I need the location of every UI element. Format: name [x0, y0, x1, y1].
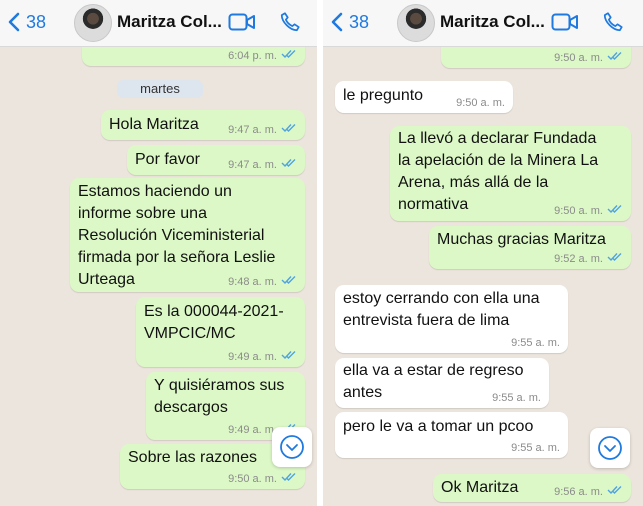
message-time: 9:49 a. m.: [228, 351, 277, 363]
message-time: 9:50 a. m.: [554, 205, 603, 217]
message-time: 9:50 a. m.: [228, 473, 277, 485]
message-time: 6:04 p. m.: [228, 50, 277, 62]
message-meta: 6:04 p. m.: [228, 49, 297, 63]
avatar[interactable]: [74, 4, 112, 42]
message-time: 9:55 a. m.: [511, 337, 560, 349]
double-check-icon: [281, 350, 297, 364]
scroll-to-bottom-button[interactable]: [272, 427, 312, 467]
message-bubble[interactable]: Hola Maritza 9:47 a. m.: [101, 110, 305, 140]
message-meta: 9:50 a. m.: [228, 472, 297, 486]
message-bubble[interactable]: Por favor 9:47 a. m.: [127, 145, 305, 175]
double-check-icon: [607, 485, 623, 499]
video-camera-icon: [228, 13, 255, 31]
message-meta: 9:52 a. m.: [554, 252, 623, 266]
double-check-icon: [281, 472, 297, 486]
message-meta: 9:56 a. m.: [554, 485, 623, 499]
message-meta: 9:50 a. m.: [554, 51, 623, 65]
message-bubble[interactable]: Estamos haciendo un informe sobre una Re…: [70, 178, 305, 292]
message-bubble[interactable]: pero le va a tomar un pcoo 9:55 a. m.: [335, 412, 568, 458]
double-check-icon: [281, 123, 297, 137]
contact-name[interactable]: Maritza Col...: [440, 12, 545, 32]
message-meta: 9:55 a. m.: [511, 336, 560, 350]
message-meta: 9:49 a. m.: [228, 350, 297, 364]
voice-call-button[interactable]: [602, 10, 624, 39]
double-check-icon: [281, 49, 297, 63]
message-meta: 9:50 a. m.: [554, 204, 623, 218]
avatar[interactable]: [397, 4, 435, 42]
chevron-left-icon: [8, 12, 20, 32]
double-check-icon: [281, 158, 297, 172]
contact-name[interactable]: Maritza Col...: [117, 12, 222, 32]
double-check-icon: [607, 51, 623, 65]
chat-header: 38 Maritza Col...: [323, 0, 643, 47]
message-bubble[interactable]: Ok Maritza 9:56 a. m.: [433, 474, 631, 502]
video-call-button[interactable]: [228, 12, 256, 37]
message-bubble[interactable]: La llevó a declarar Fundada la apelación…: [390, 126, 631, 221]
message-meta: 9:55 a. m.: [492, 391, 541, 405]
chat-pane-right: 38 Maritza Col... 9:50 a. m. le pregunto…: [323, 0, 643, 506]
message-time: 9:47 a. m.: [228, 124, 277, 136]
video-camera-icon: [551, 13, 578, 31]
message-time: 9:55 a. m.: [511, 442, 560, 454]
message-text: Muchas gracias Maritza: [437, 231, 606, 248]
message-bubble[interactable]: le pregunto 9:50 a. m.: [335, 81, 513, 113]
message-meta: 9:50 a. m.: [456, 96, 505, 110]
message-time: 9:48 a. m.: [228, 276, 277, 288]
back-button[interactable]: 38: [331, 8, 369, 36]
message-text: La llevó a declarar Fundada la apelación…: [398, 130, 599, 213]
chevron-down-circle-icon: [598, 436, 622, 460]
double-check-icon: [607, 252, 623, 266]
chat-pane-left: 38 Maritza Col... 6:04 p. m. martes Hola…: [0, 0, 317, 506]
video-call-button[interactable]: [551, 12, 579, 37]
message-time: 9:47 a. m.: [228, 159, 277, 171]
double-check-icon: [281, 275, 297, 289]
message-bubble[interactable]: ella va a estar de regreso antes 9:55 a.…: [335, 358, 549, 408]
chevron-left-icon: [331, 12, 343, 32]
message-time: 9:55 a. m.: [492, 392, 541, 404]
phone-icon: [603, 12, 623, 32]
message-text: Y quisiéramos sus descargos: [154, 377, 285, 416]
unread-count: 38: [349, 11, 370, 32]
message-text: Es la 000044-2021- VMPCIC/MC: [144, 303, 284, 342]
unread-count: 38: [26, 11, 47, 32]
message-bubble[interactable]: estoy cerrando con ella una entrevista f…: [335, 285, 568, 353]
message-meta: 9:55 a. m.: [511, 441, 560, 455]
message-bubble[interactable]: Muchas gracias Maritza 9:52 a. m.: [429, 226, 631, 269]
double-check-icon: [607, 204, 623, 218]
message-time: 9:56 a. m.: [554, 486, 603, 498]
day-separator: martes: [117, 80, 203, 98]
message-meta: 9:47 a. m.: [228, 158, 297, 172]
message-time: 9:50 a. m.: [456, 97, 505, 109]
message-text: estoy cerrando con ella una entrevista f…: [343, 290, 540, 329]
chevron-down-circle-icon: [280, 435, 304, 459]
phone-icon: [280, 12, 300, 32]
message-time: 9:50 a. m.: [554, 52, 603, 64]
voice-call-button[interactable]: [279, 10, 301, 39]
scroll-to-bottom-button[interactable]: [590, 428, 630, 468]
message-bubble[interactable]: Es la 000044-2021- VMPCIC/MC 9:49 a. m.: [136, 297, 305, 367]
chat-header: 38 Maritza Col...: [0, 0, 317, 47]
message-time: 9:49 a. m.: [228, 424, 277, 436]
message-text: pero le va a tomar un pcoo: [343, 418, 534, 435]
message-meta: 9:47 a. m.: [228, 123, 297, 137]
back-button[interactable]: 38: [8, 8, 46, 36]
message-time: 9:52 a. m.: [554, 253, 603, 265]
message-meta: 9:48 a. m.: [228, 275, 297, 289]
